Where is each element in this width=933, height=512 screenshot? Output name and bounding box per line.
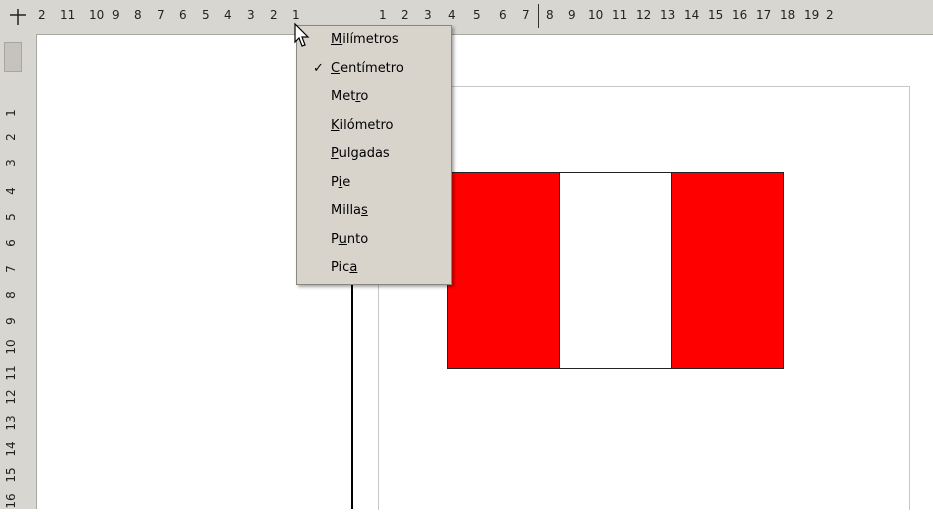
vertical-ruler-tick: 12 — [4, 389, 18, 405]
horizontal-ruler-tick: 1 — [379, 8, 387, 22]
vertical-ruler-tick: 6 — [4, 239, 18, 247]
horizontal-ruler-tick: 7 — [157, 8, 165, 22]
horizontal-ruler-tick: 13 — [660, 8, 676, 22]
horizontal-ruler-tick: 6 — [499, 8, 507, 22]
menu-item-metro[interactable]: Metro — [297, 83, 451, 112]
vertical-ruler-tick: 7 — [4, 265, 18, 273]
horizontal-ruler-tick: 2 — [38, 8, 46, 22]
menu-item-pica[interactable]: Pica — [297, 254, 451, 283]
tab-stop-icon — [10, 9, 26, 25]
horizontal-ruler-tick: 11 — [612, 8, 628, 22]
horizontal-ruler-tick: 6 — [179, 8, 187, 22]
horizontal-ruler-tick: 8 — [546, 8, 554, 22]
horizontal-ruler-tick: 10 — [89, 8, 105, 22]
horizontal-ruler-tick: 2 — [270, 8, 278, 22]
horizontal-ruler-tick: 14 — [684, 8, 700, 22]
horizontal-ruler-tick: 5 — [202, 8, 210, 22]
check-icon: ✓ — [313, 60, 324, 76]
horizontal-ruler-tick: 12 — [636, 8, 652, 22]
horizontal-ruler-tick: 3 — [247, 8, 255, 22]
ruler-corner-icon[interactable] — [0, 0, 36, 34]
vertical-ruler-tick: 10 — [4, 339, 18, 355]
horizontal-ruler-tick: 4 — [448, 8, 456, 22]
horizontal-ruler-tick: 11 — [60, 8, 76, 22]
vertical-ruler-tick: 1 — [4, 109, 18, 117]
horizontal-ruler-tick: 3 — [424, 8, 432, 22]
menu-item-kilómetro[interactable]: Kilómetro — [297, 112, 451, 141]
horizontal-ruler-tick: 2 — [826, 8, 834, 22]
horizontal-ruler-tick: 1 — [292, 8, 300, 22]
horizontal-ruler-tick: 8 — [134, 8, 142, 22]
vertical-ruler-tick: 8 — [4, 291, 18, 299]
horizontal-ruler-tick: 2 — [401, 8, 409, 22]
vertical-ruler-tick: 3 — [4, 159, 18, 167]
vertical-ruler-tick: 11 — [4, 365, 18, 381]
vertical-ruler-tick: 5 — [4, 213, 18, 221]
horizontal-ruler-tick: 9 — [568, 8, 576, 22]
menu-item-centímetro[interactable]: ✓ Centímetro — [297, 55, 451, 84]
menu-item-pulgadas[interactable]: Pulgadas — [297, 140, 451, 169]
menu-item-milímetros[interactable]: Milímetros — [297, 26, 451, 55]
vertical-ruler-tick: 14 — [4, 441, 18, 457]
flag-stripe-middle — [559, 173, 672, 368]
flag-drawing[interactable] — [447, 172, 784, 369]
horizontal-ruler-tick: 17 — [756, 8, 772, 22]
horizontal-ruler[interactable]: 2 11 10 9 8 7 6 5 4 3 2 1 1 2 3 4 5 6 7 8 9 10 11 12 13 14 15 16 17 1… — [0, 0, 933, 35]
horizontal-ruler-tick: 10 — [588, 8, 604, 22]
horizontal-ruler-tick: 7 — [522, 8, 530, 22]
horizontal-ruler-tick: 9 — [112, 8, 120, 22]
horizontal-ruler-tick: 16 — [732, 8, 748, 22]
flag-stripe-right — [672, 173, 783, 368]
mouse-cursor-icon — [294, 22, 310, 47]
menu-item-punto[interactable]: Punto — [297, 226, 451, 255]
flag-stripe-left — [448, 173, 559, 368]
vertical-ruler-tick: 9 — [4, 317, 18, 325]
horizontal-ruler-tick: 4 — [224, 8, 232, 22]
horizontal-ruler-ticks: 2 11 10 9 8 7 6 5 4 3 2 1 1 2 3 4 5 6 7 8 9 10 11 12 13 14 15 16 17 1… — [36, 0, 933, 34]
vertical-ruler-tick: 15 — [4, 467, 18, 483]
vertical-ruler[interactable]: 1 2 3 4 5 6 7 8 9 10 11 12 13 14 15 16 — [0, 34, 37, 509]
units-context-menu: Milímetros ✓ Centímetro Metro Kilómetro Pulga… — [296, 25, 452, 285]
menu-item-pie[interactable]: Pie — [297, 169, 451, 198]
indent-marker[interactable] — [538, 4, 539, 28]
vertical-ruler-tick: 4 — [4, 187, 18, 195]
vertical-ruler-margin-handle[interactable] — [4, 42, 22, 72]
menu-item-millas[interactable]: Millas — [297, 197, 451, 226]
vertical-ruler-tick: 13 — [4, 415, 18, 431]
horizontal-ruler-tick: 18 — [780, 8, 796, 22]
horizontal-ruler-tick: 19 — [804, 8, 820, 22]
horizontal-ruler-tick: 15 — [708, 8, 724, 22]
vertical-ruler-tick: 2 — [4, 133, 18, 141]
horizontal-ruler-tick: 5 — [473, 8, 481, 22]
